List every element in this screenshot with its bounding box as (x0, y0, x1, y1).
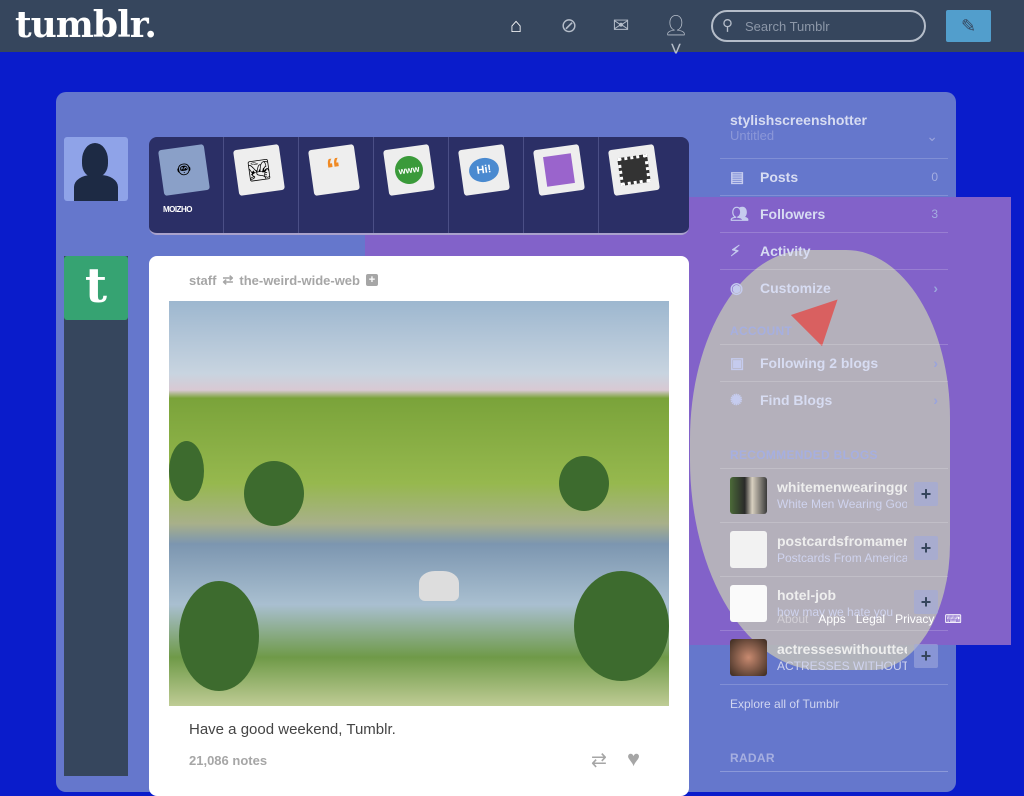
post-video-button[interactable] (599, 137, 674, 233)
right-sidebar: stylishscreenshotter Untitled ⌄ ▤ Posts 0 … (720, 108, 948, 772)
inbox-envelope-icon[interactable]: ✉ (609, 14, 633, 38)
chevron-right-icon: › (933, 392, 938, 408)
footer-about[interactable]: About (777, 612, 808, 626)
following-icon: ▣ (730, 355, 745, 372)
post-photo-button[interactable]: 🏞︎ (224, 137, 299, 233)
blog-avatar (730, 477, 767, 514)
keyboard-icon[interactable]: ⌨ (944, 612, 961, 626)
explore-compass-icon[interactable]: ⊘ (557, 14, 581, 38)
sidebar-item-find-blogs[interactable]: ✺ Find Blogs › (720, 381, 948, 418)
chevron-down-icon: ⌄ (926, 128, 938, 144)
post-caption: Have a good weekend, Tumblr. (189, 721, 396, 738)
link-icon: www (383, 144, 435, 196)
explore-link[interactable]: Explore all of Tumblr (720, 684, 948, 711)
post-text-button[interactable]: 🤖︎ MOIZHO (149, 137, 224, 233)
photo-icon: 🏞︎ (233, 144, 285, 196)
blog-avatar (730, 585, 767, 622)
post-audio-button[interactable] (524, 137, 599, 233)
recommended-blog[interactable]: actresseswithoutteethACTRESSES WITHOUT T… (720, 630, 948, 684)
post-author[interactable]: staff (189, 273, 216, 288)
post-quote-button[interactable]: “ (299, 137, 374, 233)
chevron-right-icon: › (933, 280, 938, 296)
reblogged-from[interactable]: the-weird-wide-web (239, 273, 360, 288)
top-navigation-bar: tumblr. ⌂ ⊘ ✉ 👤︎˅ ⚲ ✎ (0, 0, 1024, 61)
account-header: ACCOUNT (730, 324, 793, 338)
sidebar-item-customize[interactable]: ◉ Customize › (720, 269, 948, 306)
footer-privacy[interactable]: Privacy (895, 612, 934, 626)
compose-button[interactable]: ✎ (946, 10, 991, 42)
radar-header: RADAR (720, 733, 948, 772)
lightning-icon: ⚡︎ (730, 243, 741, 260)
posts-icon: ▤ (730, 169, 745, 186)
blog-avatar (730, 531, 767, 568)
post-link-button[interactable]: www (374, 137, 449, 233)
audio-icon (533, 144, 585, 196)
video-icon (608, 144, 660, 196)
follow-plus-icon[interactable]: + (914, 590, 938, 614)
post-card: staff ⇄ the-weird-wide-web + Have a good… (149, 256, 689, 796)
sidebar-item-posts[interactable]: ▤ Posts 0 (720, 158, 948, 195)
chat-icon: Hi! (458, 144, 510, 196)
search-icon: ⚲ (722, 17, 733, 34)
find-blogs-icon: ✺ (730, 392, 743, 409)
follow-plus-icon[interactable]: + (365, 274, 378, 286)
pencil-icon: ✎ (960, 16, 977, 36)
blog-switcher[interactable]: stylishscreenshotter Untitled ⌄ (720, 112, 948, 158)
like-heart-icon[interactable]: ♥ (627, 746, 640, 772)
recommended-blog[interactable]: postcardsfromamericaPostcards From Ameri… (720, 522, 948, 576)
sidebar-item-activity[interactable]: ⚡︎ Activity (720, 232, 948, 269)
footer-legal[interactable]: Legal (856, 612, 885, 626)
follow-plus-icon[interactable]: + (914, 644, 938, 668)
recommended-header: RECOMMENDED BLOGS (730, 448, 878, 462)
staff-avatar[interactable]: t (64, 256, 128, 320)
post-type-bar: 🤖︎ MOIZHO 🏞︎ “ www Hi! (149, 137, 689, 235)
eye-icon: ◉ (730, 280, 744, 297)
chevron-right-icon: › (933, 355, 938, 371)
post-image[interactable] (169, 301, 669, 706)
follow-plus-icon[interactable]: + (914, 482, 938, 506)
tumblr-logo[interactable]: tumblr. (15, 4, 157, 46)
search-input[interactable] (711, 10, 926, 42)
blog-avatar (730, 639, 767, 676)
post-avatar-column (64, 256, 128, 776)
account-icon[interactable]: 👤︎˅ (662, 14, 690, 61)
quote-icon: “ (308, 144, 360, 196)
sidebar-item-followers[interactable]: 👥︎ Followers 3 (720, 195, 948, 232)
post-notes[interactable]: 21,086 notes (189, 753, 267, 768)
post-header: staff ⇄ the-weird-wide-web + (189, 272, 378, 288)
reblog-button-icon[interactable]: ⇄ (591, 749, 607, 772)
reblog-icon: ⇄ (222, 272, 234, 287)
post-chat-button[interactable]: Hi! (449, 137, 524, 233)
footer-links: About Apps Legal Privacy ⌨ (777, 612, 962, 626)
user-avatar[interactable] (64, 137, 128, 201)
followers-icon: 👥︎ (730, 206, 750, 223)
footer-apps[interactable]: Apps (818, 612, 845, 626)
recommended-blog[interactable]: whitemenwearinggoogleglassWhite Men Wear… (720, 468, 948, 522)
sidebar-item-following[interactable]: ▣ Following 2 blogs › (720, 344, 948, 381)
home-icon[interactable]: ⌂ (504, 14, 528, 38)
follow-plus-icon[interactable]: + (914, 536, 938, 560)
